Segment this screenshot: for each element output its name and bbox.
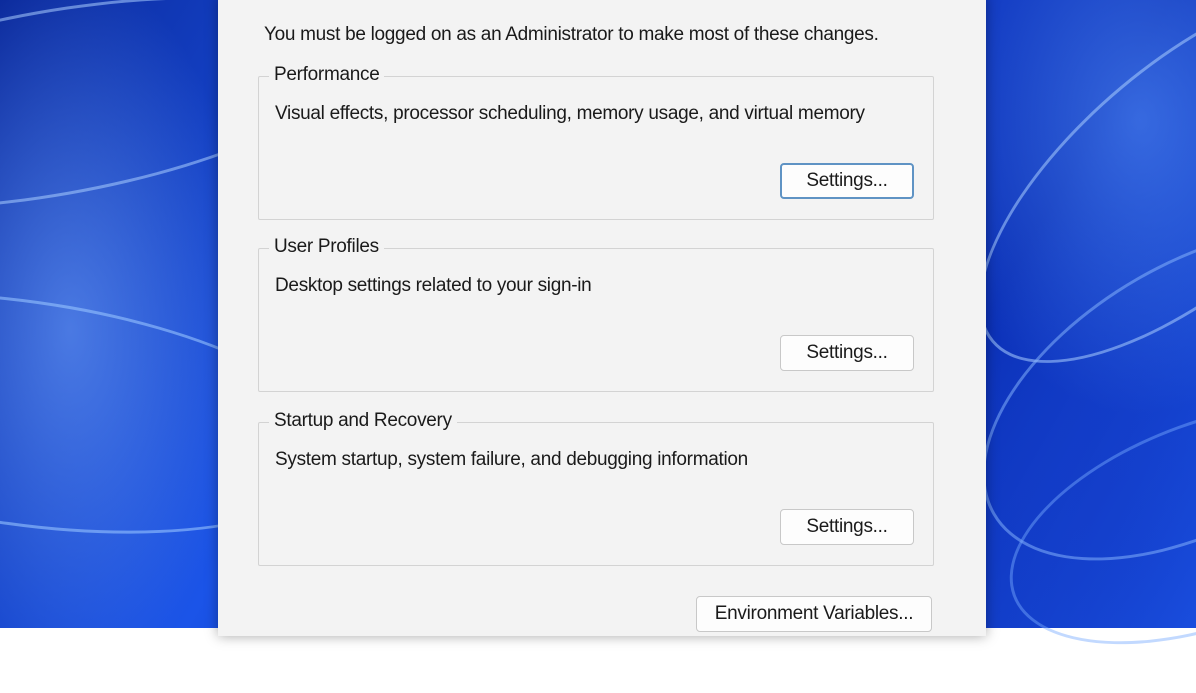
user-profiles-group-title: User Profiles — [269, 236, 384, 258]
performance-settings-button[interactable]: Settings... — [780, 163, 914, 199]
admin-notice: You must be logged on as an Administrato… — [264, 24, 879, 45]
user-profiles-description: Desktop settings related to your sign-in — [275, 275, 592, 296]
performance-description: Visual effects, processor scheduling, me… — [275, 103, 865, 124]
user-profiles-settings-button[interactable]: Settings... — [780, 335, 914, 371]
system-properties-advanced-dialog: You must be logged on as an Administrato… — [218, 0, 986, 636]
performance-group-title: Performance — [269, 64, 385, 86]
startup-recovery-group: Startup and Recovery System startup, sys… — [258, 410, 934, 566]
performance-group: Performance Visual effects, processor sc… — [258, 64, 934, 220]
startup-recovery-group-title: Startup and Recovery — [269, 410, 457, 432]
user-profiles-group: User Profiles Desktop settings related t… — [258, 236, 934, 392]
startup-recovery-settings-button[interactable]: Settings... — [780, 509, 914, 545]
startup-recovery-description: System startup, system failure, and debu… — [275, 449, 748, 470]
environment-variables-button[interactable]: Environment Variables... — [696, 596, 932, 632]
